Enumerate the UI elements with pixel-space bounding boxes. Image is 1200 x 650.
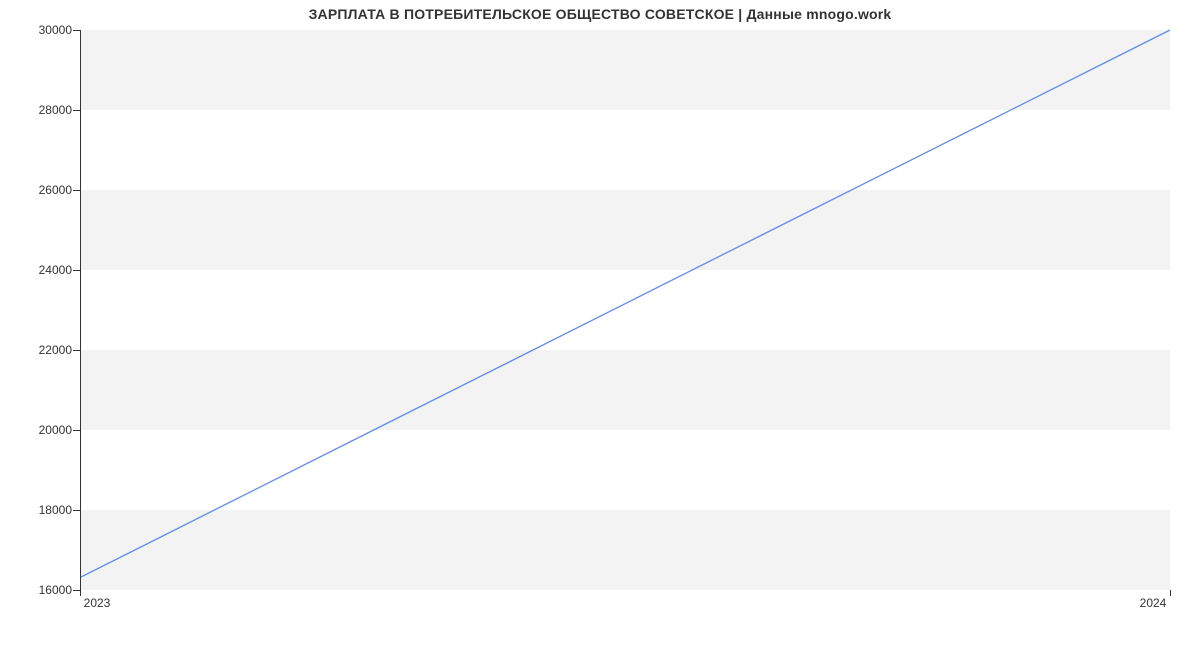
y-tick-label: 30000 — [0, 23, 72, 37]
y-tick — [73, 30, 81, 31]
y-tick-label: 18000 — [0, 503, 72, 517]
y-tick-label: 28000 — [0, 103, 72, 117]
line-series — [81, 30, 1170, 589]
y-tick — [73, 270, 81, 271]
x-tick-label: 2024 — [1140, 596, 1167, 610]
y-tick-label: 22000 — [0, 343, 72, 357]
y-tick-label: 20000 — [0, 423, 72, 437]
y-tick — [73, 190, 81, 191]
y-tick — [73, 510, 81, 511]
y-tick-label: 26000 — [0, 183, 72, 197]
x-tick-label: 2023 — [84, 596, 111, 610]
chart-title: ЗАРПЛАТА В ПОТРЕБИТЕЛЬСКОЕ ОБЩЕСТВО СОВЕ… — [0, 6, 1200, 22]
plot-area — [80, 30, 1170, 590]
x-tick — [1170, 590, 1171, 596]
y-tick — [73, 430, 81, 431]
y-tick — [73, 590, 81, 591]
y-tick — [73, 110, 81, 111]
chart-container: ЗАРПЛАТА В ПОТРЕБИТЕЛЬСКОЕ ОБЩЕСТВО СОВЕ… — [0, 0, 1200, 650]
y-tick — [73, 350, 81, 351]
y-tick-label: 16000 — [0, 583, 72, 597]
y-tick-label: 24000 — [0, 263, 72, 277]
